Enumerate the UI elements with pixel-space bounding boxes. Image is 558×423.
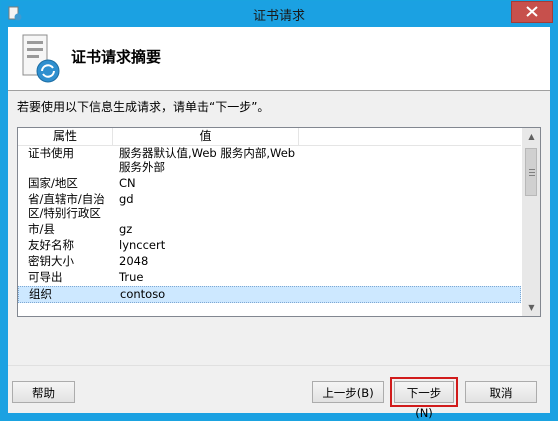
table-row-selected[interactable]: 组织 contoso — [18, 286, 521, 303]
table-row[interactable]: 省/直辖市/自治区/特别行政区 gd — [18, 192, 521, 222]
instruction-text: 若要使用以下信息生成请求，请单击“下一步”。 — [17, 100, 270, 114]
dialog-window: 证书请求 证书请求摘要 若要使用以下信息生成请求，请单击“下一步”。 属性 值 … — [0, 0, 558, 421]
back-button[interactable]: 上一步(B) — [312, 381, 384, 403]
table-row[interactable]: 友好名称 lynccert — [18, 238, 521, 254]
vertical-scrollbar[interactable]: ▲ ▼ — [522, 128, 540, 316]
row-value: CN — [119, 176, 136, 190]
row-value: gz — [119, 222, 133, 236]
scroll-down-arrow-icon[interactable]: ▼ — [523, 299, 540, 316]
row-value: contoso — [120, 287, 166, 301]
next-button[interactable]: 下一步(N) — [394, 381, 454, 420]
listview-header: 属性 值 — [18, 128, 521, 146]
help-button[interactable]: 帮助 — [12, 381, 75, 403]
summary-listview[interactable]: 属性 值 证书使用 服务器默认值,Web 服务内部,Web 服务外部 国家/地区… — [17, 127, 541, 317]
dialog-client-area: 证书请求摘要 若要使用以下信息生成请求，请单击“下一步”。 属性 值 证书使用 … — [8, 27, 550, 420]
table-row[interactable]: 市/县 gz — [18, 222, 521, 238]
row-value: 2048 — [119, 254, 149, 268]
row-property: 省/直辖市/自治区/特别行政区 — [28, 192, 105, 220]
row-property: 国家/地区 — [28, 176, 78, 190]
column-header-value[interactable]: 值 — [113, 128, 299, 145]
close-icon — [526, 6, 538, 17]
table-row[interactable]: 国家/地区 CN — [18, 176, 521, 192]
row-value: lynccert — [119, 238, 166, 252]
scroll-up-arrow-icon[interactable]: ▲ — [523, 128, 540, 145]
certificate-request-icon — [20, 33, 62, 85]
title-bar[interactable]: 证书请求 — [1, 1, 557, 27]
listview-body: 证书使用 服务器默认值,Web 服务内部,Web 服务外部 国家/地区 CN 省… — [18, 146, 521, 303]
row-value: 服务器默认值,Web 服务内部,Web 服务外部 — [119, 146, 296, 174]
table-row[interactable]: 可导出 True — [18, 270, 521, 286]
row-property: 可导出 — [28, 270, 63, 284]
row-property: 证书使用 — [28, 146, 74, 160]
row-property: 密钥大小 — [28, 254, 74, 268]
row-value: gd — [119, 192, 134, 206]
scrollbar-thumb[interactable] — [525, 148, 537, 196]
footer-divider — [8, 365, 550, 366]
table-row[interactable]: 证书使用 服务器默认值,Web 服务内部,Web 服务外部 — [18, 146, 521, 176]
row-value: True — [119, 270, 144, 284]
close-button[interactable] — [511, 1, 553, 23]
table-row[interactable]: 密钥大小 2048 — [18, 254, 521, 270]
page-title: 证书请求摘要 — [71, 48, 162, 66]
row-property: 友好名称 — [28, 238, 74, 252]
row-property: 组织 — [29, 287, 52, 301]
row-property: 市/县 — [28, 222, 55, 236]
column-header-property[interactable]: 属性 — [18, 128, 113, 145]
header-panel: 证书请求摘要 — [8, 27, 550, 91]
window-title: 证书请求 — [252, 9, 305, 24]
cancel-button[interactable]: 取消 — [465, 381, 537, 403]
